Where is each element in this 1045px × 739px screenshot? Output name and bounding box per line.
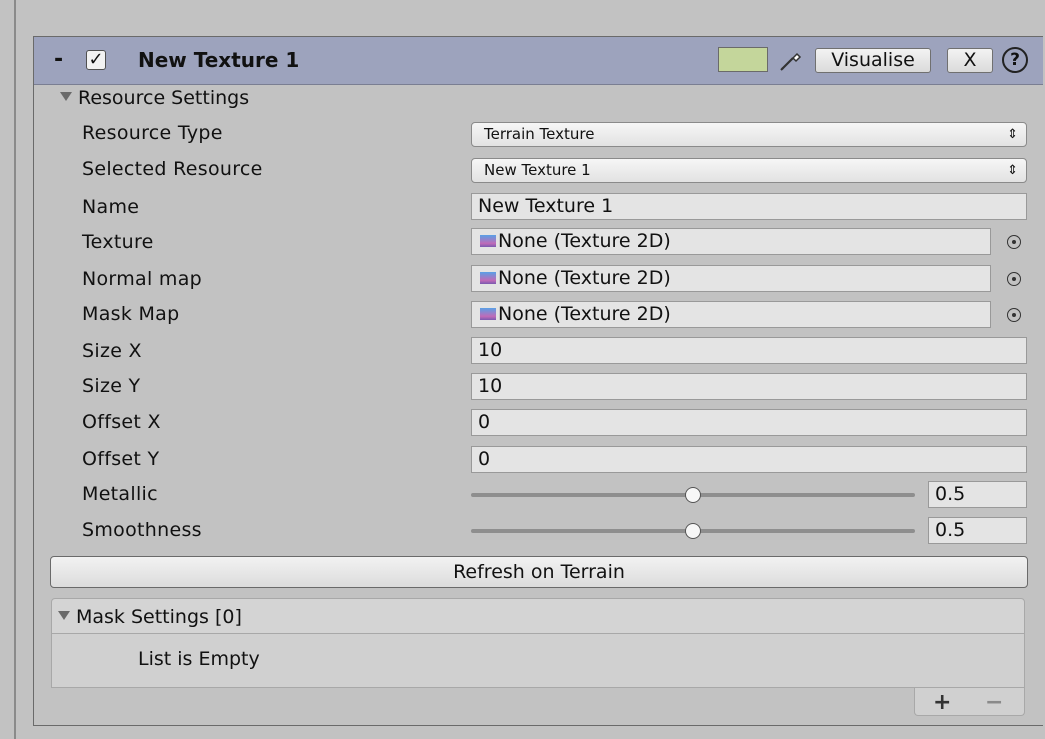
object-picker-icon[interactable] <box>1007 235 1021 249</box>
selected-resource-dropdown[interactable]: New Texture 1 ⇕ <box>471 158 1027 183</box>
texture2d-icon <box>480 271 496 284</box>
foldout-arrow-icon <box>60 92 72 101</box>
texture2d-icon <box>480 234 496 247</box>
name-label: Name <box>82 196 140 218</box>
offset-y-label: Offset Y <box>82 448 160 470</box>
enabled-checkbox[interactable]: ✓ <box>86 50 106 70</box>
resource-settings-label: Resource Settings <box>78 87 250 109</box>
object-picker-icon[interactable] <box>1007 272 1021 286</box>
metallic-label: Metallic <box>82 483 158 505</box>
offset-y-field[interactable]: 0 <box>471 446 1027 473</box>
mask-map-object-field[interactable]: None (Texture 2D) <box>471 301 991 328</box>
list-footer: + − <box>914 688 1025 716</box>
resource-settings-foldout[interactable]: Resource Settings <box>60 87 249 109</box>
mask-settings-list: List is Empty <box>51 634 1025 688</box>
list-empty-text: List is Empty <box>138 648 260 670</box>
texture-label: Texture <box>82 231 154 253</box>
resource-type-dropdown[interactable]: Terrain Texture ⇕ <box>471 122 1027 147</box>
metallic-slider-thumb[interactable] <box>685 487 701 503</box>
smoothness-slider-thumb[interactable] <box>685 523 701 539</box>
normal-map-object-field[interactable]: None (Texture 2D) <box>471 265 991 292</box>
mask-map-label: Mask Map <box>82 303 180 325</box>
dropdown-arrows-icon: ⇕ <box>1007 127 1018 142</box>
texture-value: None (Texture 2D) <box>498 230 671 252</box>
add-item-button[interactable]: + <box>933 690 951 715</box>
visualise-button[interactable]: Visualise <box>815 48 931 73</box>
smoothness-label: Smoothness <box>82 519 202 541</box>
panel-header: - ✓ New Texture 1 Visualise X ? <box>34 37 1043 85</box>
panel-title: New Texture 1 <box>138 48 300 72</box>
mask-settings-header[interactable]: Mask Settings [0] <box>51 598 1025 634</box>
mask-map-value: None (Texture 2D) <box>498 303 671 325</box>
mask-settings-foldout[interactable]: Mask Settings [0] <box>58 606 242 628</box>
refresh-on-terrain-button[interactable]: Refresh on Terrain <box>50 556 1028 588</box>
mask-settings-label: Mask Settings [0] <box>76 606 242 628</box>
texture2d-icon <box>480 307 496 320</box>
normal-map-value: None (Texture 2D) <box>498 267 671 289</box>
help-icon[interactable]: ? <box>1002 47 1028 73</box>
selected-resource-value: New Texture 1 <box>484 161 591 179</box>
color-swatch[interactable] <box>718 47 768 72</box>
offset-x-label: Offset X <box>82 411 161 433</box>
size-y-field[interactable]: 10 <box>471 373 1027 400</box>
remove-item-button[interactable]: − <box>985 690 1003 715</box>
metallic-value-field[interactable]: 0.5 <box>928 481 1027 508</box>
resource-type-label: Resource Type <box>82 122 223 144</box>
window-border <box>14 0 16 739</box>
left-edge <box>0 0 8 739</box>
smoothness-value-field[interactable]: 0.5 <box>928 517 1027 544</box>
name-field[interactable]: New Texture 1 <box>471 193 1027 220</box>
size-y-label: Size Y <box>82 375 141 397</box>
size-x-label: Size X <box>82 340 142 362</box>
collapse-toggle[interactable]: - <box>54 47 63 72</box>
texture-object-field[interactable]: None (Texture 2D) <box>471 228 991 255</box>
eyedropper-icon[interactable] <box>778 47 804 73</box>
object-picker-icon[interactable] <box>1007 308 1021 322</box>
close-button[interactable]: X <box>947 48 993 73</box>
resource-type-value: Terrain Texture <box>484 125 595 143</box>
normal-map-label: Normal map <box>82 268 202 290</box>
dropdown-arrows-icon: ⇕ <box>1007 163 1018 178</box>
selected-resource-label: Selected Resource <box>82 158 263 180</box>
size-x-field[interactable]: 10 <box>471 337 1027 364</box>
foldout-arrow-icon <box>58 611 70 620</box>
offset-x-field[interactable]: 0 <box>471 409 1027 436</box>
